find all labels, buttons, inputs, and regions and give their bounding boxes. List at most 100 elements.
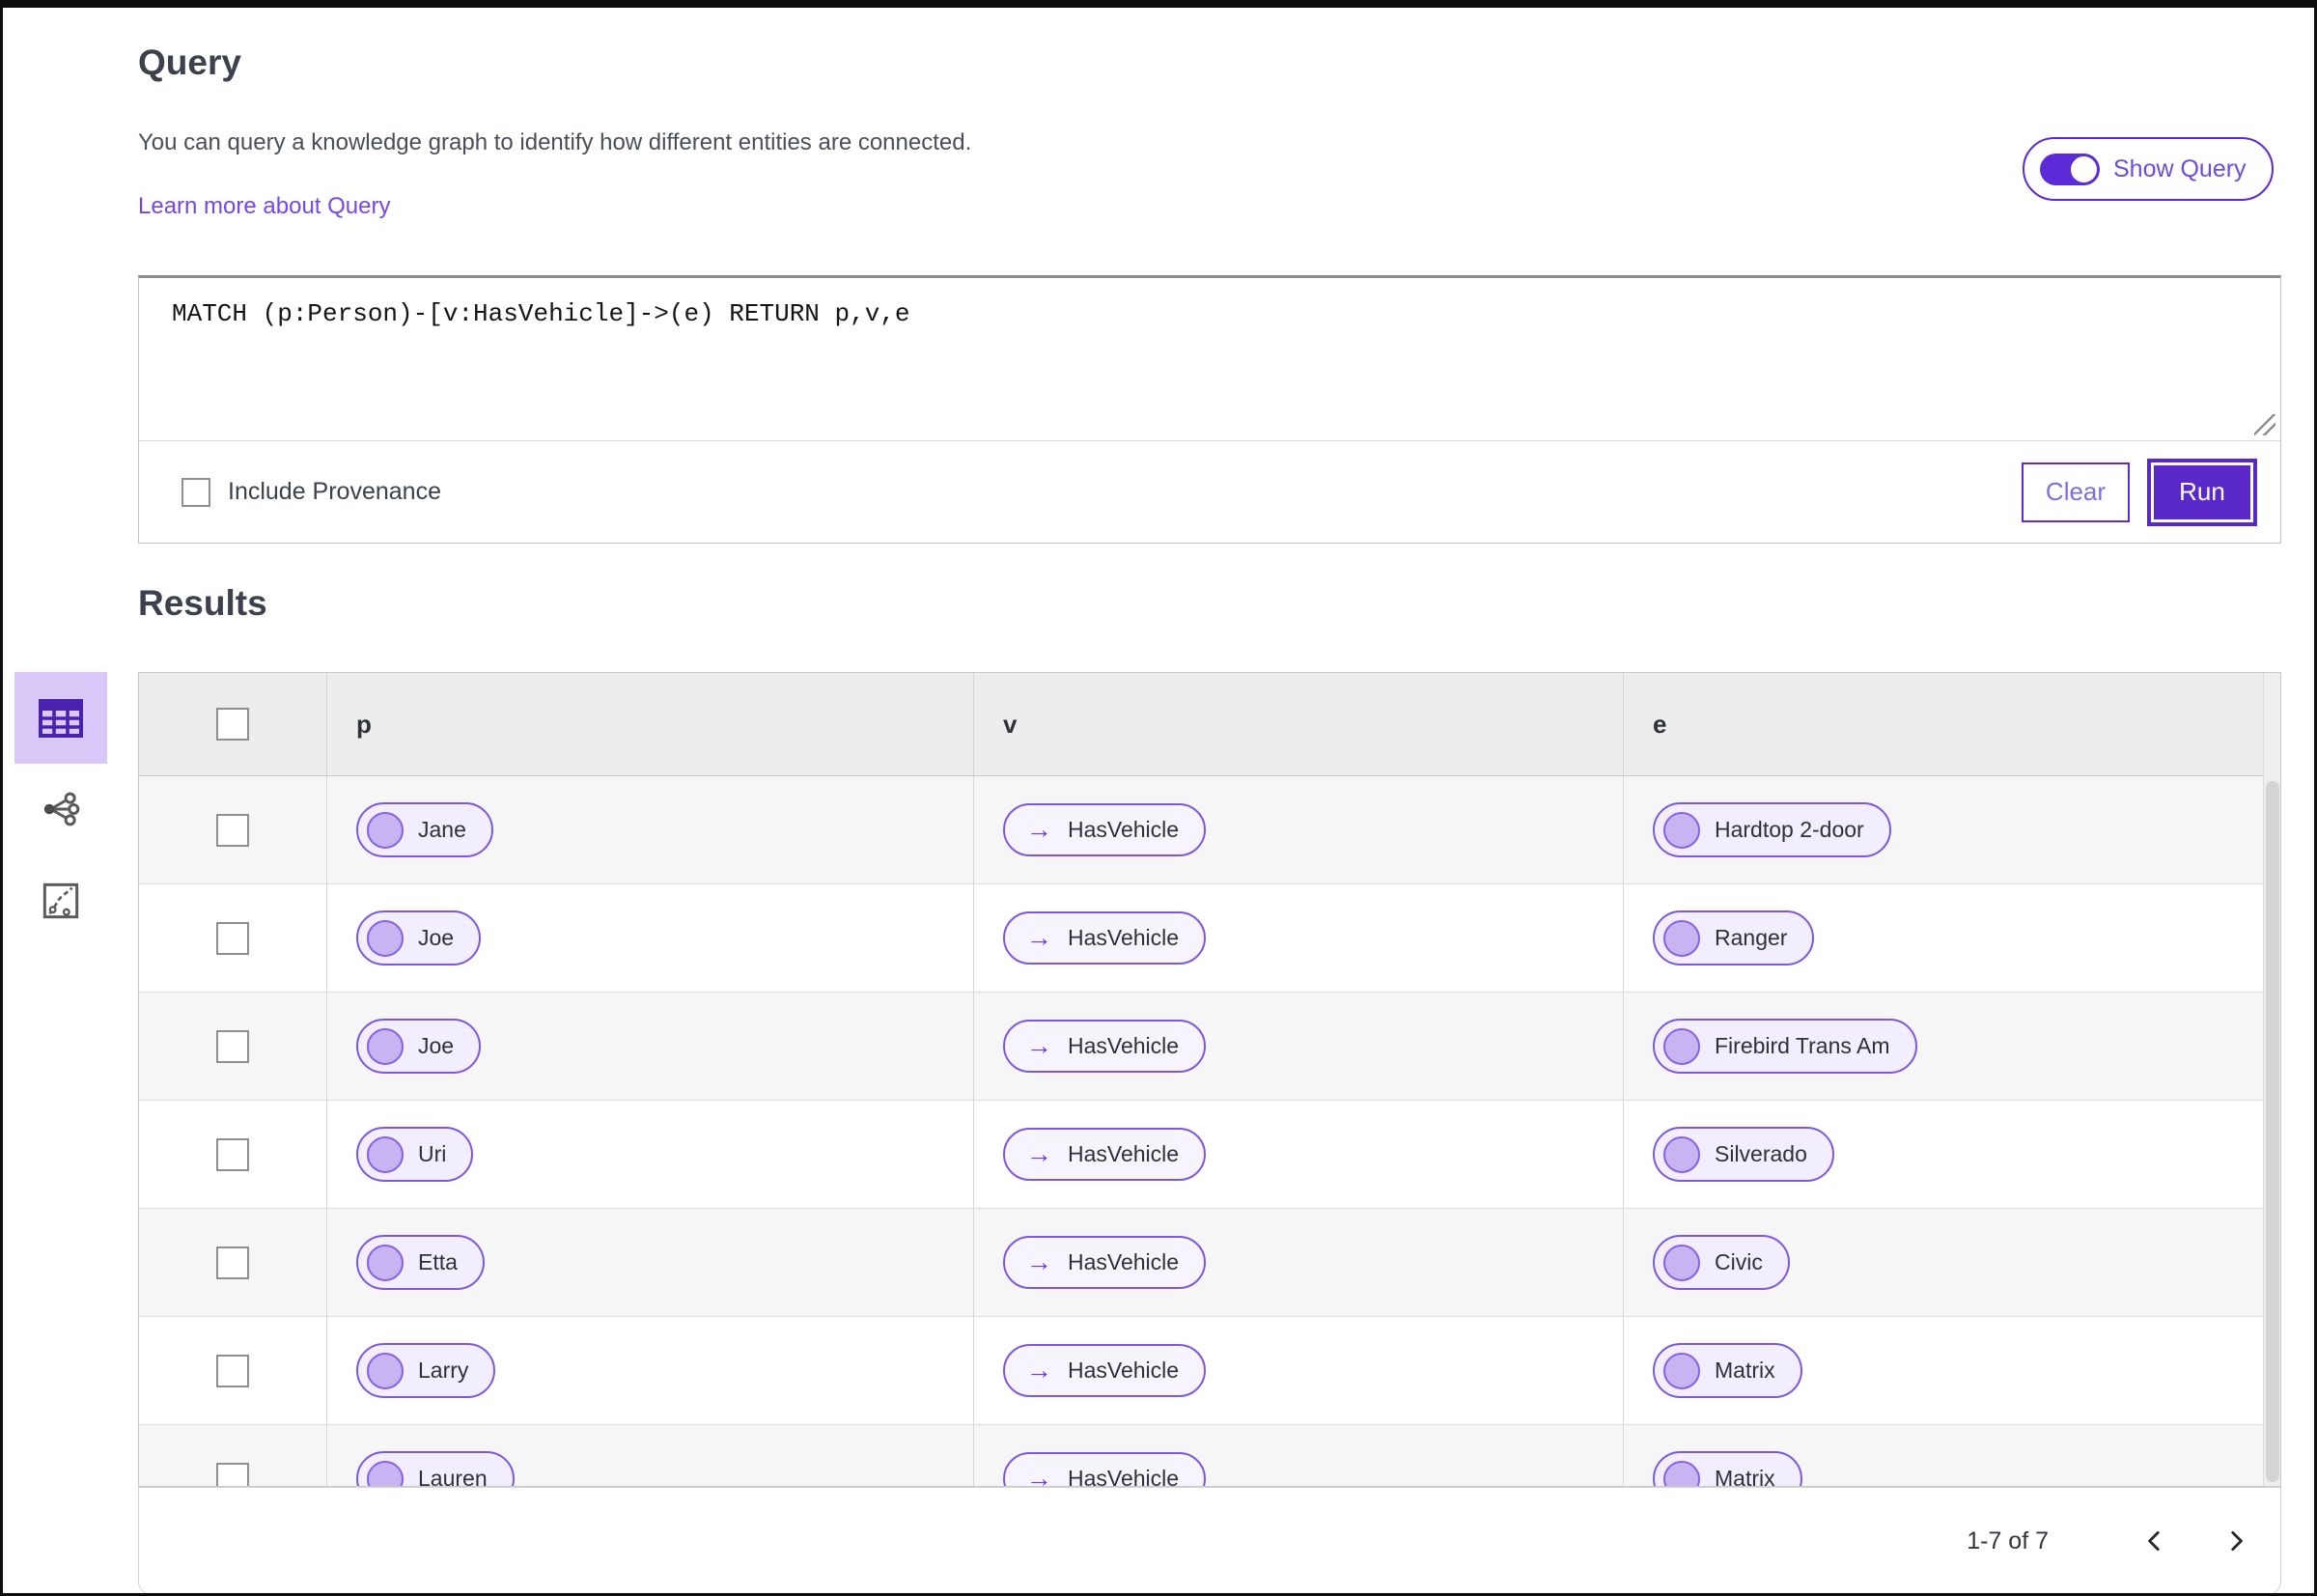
row-checkbox[interactable]: [216, 1354, 249, 1387]
edge-pill[interactable]: → HasVehicle: [1003, 1128, 1207, 1181]
include-provenance-checkbox[interactable]: [181, 477, 210, 507]
table-row: Uri → HasVehicle Silverado: [139, 1101, 2280, 1209]
show-query-toggle[interactable]: Show Query: [2023, 137, 2274, 201]
table-body: Jane → HasVehicle Hardtop 2-door Joe → H…: [139, 776, 2280, 1487]
circle-node-icon: [367, 1027, 404, 1065]
node-pill[interactable]: Etta: [356, 1235, 485, 1290]
chevron-left-icon: [2148, 1530, 2160, 1552]
table-row: Larry → HasVehicle Matrix: [139, 1317, 2280, 1425]
select-all-checkbox[interactable]: [216, 708, 249, 741]
chevron-right-icon: [2231, 1530, 2243, 1552]
arrow-right-icon: →: [1026, 1356, 1052, 1385]
column-header-e[interactable]: e: [1653, 710, 1666, 740]
node-label: Firebird Trans Am: [1715, 1033, 1890, 1058]
resize-handle-icon[interactable]: [2254, 414, 2275, 435]
edge-label: HasVehicle: [1068, 1466, 1180, 1487]
edge-label: HasVehicle: [1068, 925, 1180, 950]
query-page: Query You can query a knowledge graph to…: [0, 0, 2317, 1596]
arrow-right-icon: →: [1026, 1464, 1052, 1487]
node-label: Ranger: [1715, 925, 1788, 950]
toggle-on-icon[interactable]: [2040, 153, 2100, 185]
edge-label: HasVehicle: [1068, 1249, 1180, 1274]
node-label: Larry: [418, 1358, 469, 1383]
arrow-right-icon: →: [1026, 1031, 1052, 1060]
node-label: Lauren: [418, 1466, 488, 1487]
row-checkbox[interactable]: [216, 1462, 249, 1486]
column-header-p[interactable]: p: [356, 710, 372, 740]
circle-node-icon: [1663, 1027, 1700, 1065]
edge-pill[interactable]: → HasVehicle: [1003, 1020, 1207, 1073]
vertical-scrollbar[interactable]: [2263, 673, 2280, 1486]
circle-node-icon: [1663, 1135, 1700, 1173]
row-checkbox[interactable]: [216, 1246, 249, 1279]
clear-button[interactable]: Clear: [2022, 462, 2130, 522]
table-row: Jane → HasVehicle Hardtop 2-door: [139, 776, 2280, 884]
node-pill[interactable]: Civic: [1653, 1235, 1790, 1290]
row-checkbox[interactable]: [216, 1029, 249, 1063]
node-pill[interactable]: Silverado: [1653, 1127, 1834, 1182]
toggle-knob: [2070, 154, 2098, 183]
node-pill[interactable]: Joe: [356, 910, 482, 966]
node-pill[interactable]: Matrix: [1653, 1451, 1802, 1487]
node-pill[interactable]: Firebird Trans Am: [1653, 1019, 1917, 1074]
include-provenance-label: Include Provenance: [228, 478, 441, 505]
scrollbar-thumb[interactable]: [2266, 781, 2279, 1482]
node-label: Uri: [418, 1141, 447, 1166]
node-label: Joe: [418, 1033, 455, 1058]
arrow-right-icon: →: [1026, 923, 1052, 952]
view-tab-graph[interactable]: [14, 780, 107, 838]
table-row: Joe → HasVehicle Ranger: [139, 884, 2280, 993]
node-pill[interactable]: Matrix: [1653, 1343, 1802, 1398]
learn-more-link[interactable]: Learn more about Query: [138, 193, 390, 220]
query-editor[interactable]: MATCH (p:Person)-[v:HasVehicle]->(e) RET…: [139, 278, 2280, 440]
view-tab-chart[interactable]: [14, 872, 107, 930]
arrow-right-icon: →: [1026, 1247, 1052, 1276]
table-grid-icon: [39, 698, 83, 738]
node-label: Etta: [418, 1249, 458, 1274]
edge-label: HasVehicle: [1068, 817, 1180, 842]
node-label: Hardtop 2-door: [1715, 817, 1864, 842]
node-pill[interactable]: Hardtop 2-door: [1653, 802, 1891, 857]
query-description: You can query a knowledge graph to ident…: [138, 129, 972, 155]
node-label: Matrix: [1715, 1466, 1775, 1487]
node-pill[interactable]: Larry: [356, 1343, 496, 1398]
node-pill[interactable]: Uri: [356, 1127, 474, 1182]
row-checkbox[interactable]: [216, 921, 249, 955]
row-checkbox[interactable]: [216, 813, 249, 847]
view-tab-table[interactable]: [14, 672, 107, 764]
node-label: Silverado: [1715, 1141, 1807, 1166]
previous-page-button[interactable]: [2136, 1522, 2174, 1560]
edge-pill[interactable]: → HasVehicle: [1003, 1344, 1207, 1397]
circle-node-icon: [1663, 1352, 1700, 1389]
run-button[interactable]: Run: [2151, 462, 2253, 522]
node-pill[interactable]: Ranger: [1653, 910, 1815, 966]
table-row: Joe → HasVehicle Firebird Trans Am: [139, 993, 2280, 1101]
circle-node-icon: [367, 1135, 404, 1173]
table-row: Etta → HasVehicle Civic: [139, 1209, 2280, 1317]
edge-pill[interactable]: → HasVehicle: [1003, 911, 1207, 965]
edge-pill[interactable]: → HasVehicle: [1003, 1452, 1207, 1487]
circle-node-icon: [367, 1460, 404, 1486]
node-pill[interactable]: Jane: [356, 802, 493, 857]
query-text[interactable]: MATCH (p:Person)-[v:HasVehicle]->(e) RET…: [172, 299, 2242, 328]
chart-route-icon: [42, 882, 79, 919]
query-panel-footer: Include Provenance Clear Run: [139, 441, 2280, 543]
circle-node-icon: [367, 811, 404, 849]
column-header-v[interactable]: v: [1003, 710, 1017, 740]
table-header-row: p v e: [139, 673, 2280, 776]
circle-node-icon: [367, 1352, 404, 1389]
query-panel: MATCH (p:Person)-[v:HasVehicle]->(e) RET…: [138, 275, 2281, 544]
node-pill[interactable]: Joe: [356, 1019, 482, 1074]
edge-pill[interactable]: → HasVehicle: [1003, 1236, 1207, 1289]
node-label: Matrix: [1715, 1358, 1775, 1383]
node-pill[interactable]: Lauren: [356, 1451, 515, 1487]
node-label: Joe: [418, 925, 455, 950]
edge-pill[interactable]: → HasVehicle: [1003, 803, 1207, 856]
share-network-icon: [43, 792, 80, 826]
circle-node-icon: [367, 1244, 404, 1281]
table-row: Lauren → HasVehicle Matrix: [139, 1425, 2280, 1487]
row-checkbox[interactable]: [216, 1137, 249, 1171]
circle-node-icon: [1663, 1244, 1700, 1281]
edge-label: HasVehicle: [1068, 1358, 1180, 1383]
next-page-button[interactable]: [2217, 1522, 2255, 1560]
